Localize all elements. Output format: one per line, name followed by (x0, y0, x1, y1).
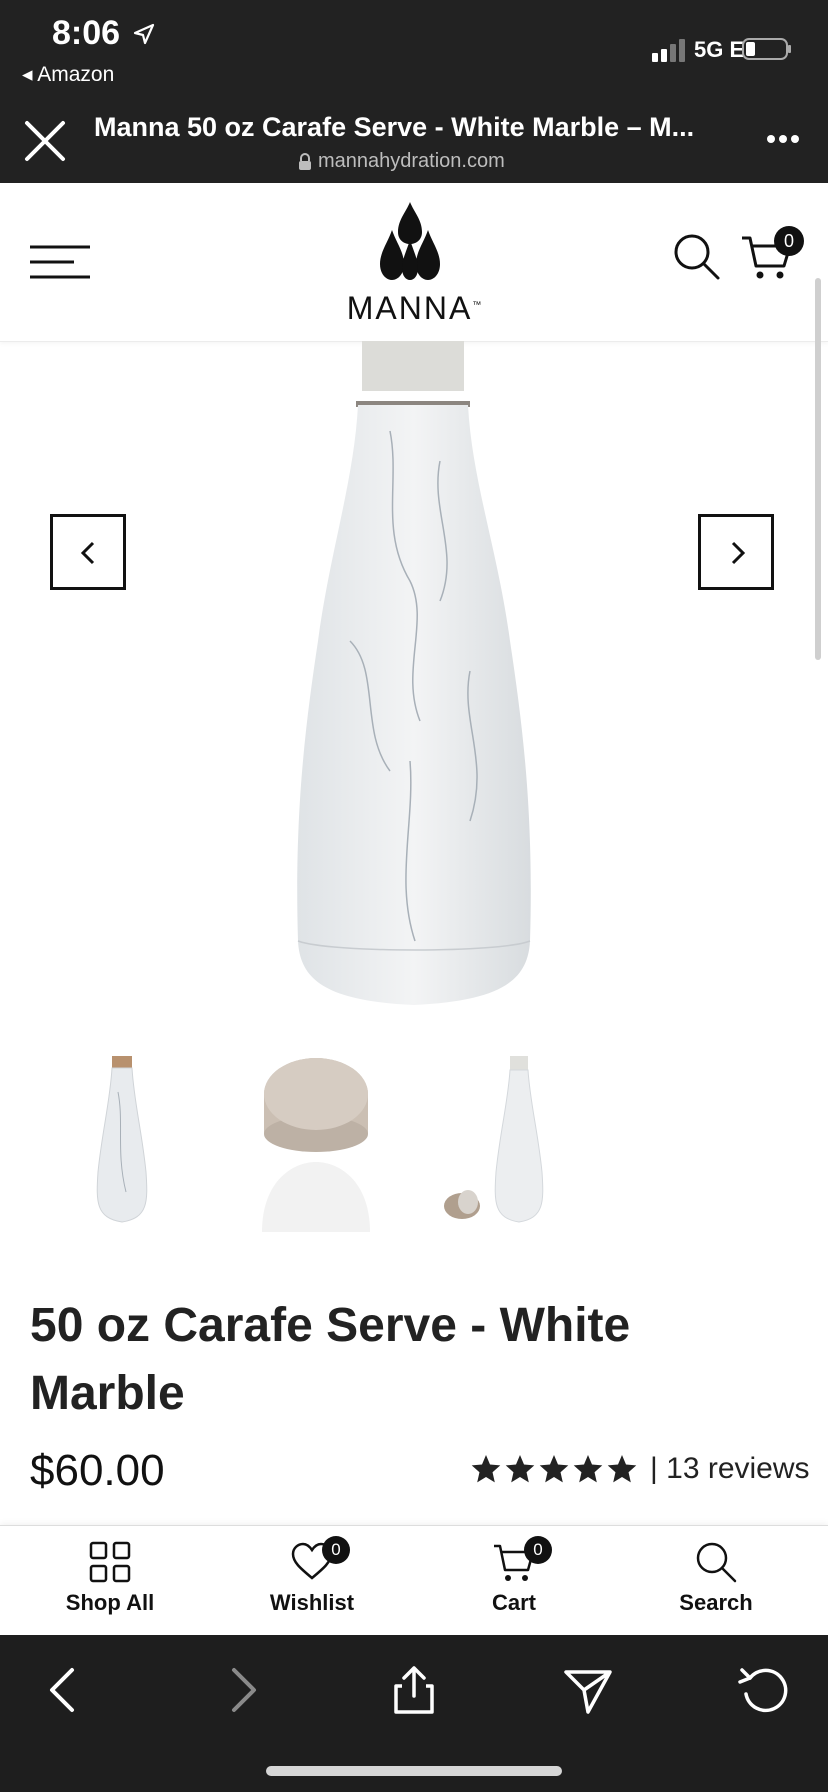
nav-label: Wishlist (269, 1590, 355, 1615)
back-icon[interactable] (36, 1664, 96, 1716)
network-type: 5G E (694, 37, 745, 62)
domain-text: mannahydration.com (318, 150, 505, 172)
product-rating[interactable]: | 13 reviews (470, 1452, 810, 1486)
chevron-right-icon (731, 541, 746, 565)
more-options-icon[interactable] (766, 134, 800, 144)
chevron-left-icon (80, 541, 95, 565)
scrollbar[interactable] (815, 278, 821, 660)
star-icon (471, 1455, 501, 1483)
brand-name: MANNA™ (342, 290, 488, 327)
nav-wishlist[interactable]: Wishlist (232, 1540, 392, 1616)
home-indicator[interactable] (266, 1766, 562, 1776)
star-icon (573, 1455, 603, 1483)
nav-shop-all[interactable]: Shop All (30, 1540, 190, 1616)
product-title: 50 oz Carafe Serve - White Marble (30, 1299, 631, 1420)
nav-search[interactable]: Search (636, 1540, 796, 1616)
location-arrow-icon (133, 23, 155, 45)
star-rating (470, 1453, 638, 1485)
nav-label: Cart (491, 1590, 536, 1615)
search-icon (696, 1542, 737, 1583)
grid-icon (89, 1541, 131, 1583)
browser-domain: mannahydration.com (298, 150, 505, 173)
star-icon (607, 1455, 637, 1483)
trademark: ™ (472, 299, 484, 310)
search-icon[interactable] (672, 232, 722, 282)
star-icon (539, 1455, 569, 1483)
product-price: $60.00 (30, 1446, 165, 1495)
cart-count-badge: 0 (774, 226, 804, 256)
next-image-button[interactable] (698, 514, 774, 590)
lock-icon (299, 152, 311, 170)
thumbnail-open[interactable] (432, 1052, 600, 1232)
back-to-app-link[interactable]: ◂ Amazon (22, 62, 114, 87)
previous-image-button[interactable] (50, 514, 126, 590)
send-icon[interactable] (558, 1664, 618, 1716)
product-image (297, 341, 531, 1005)
brand-text: MANNA (346, 290, 473, 326)
nav-label: Shop All (65, 1590, 155, 1615)
nav-cart[interactable]: Cart (434, 1540, 594, 1616)
reload-icon[interactable] (734, 1664, 794, 1716)
browser-page-title: Manna 50 oz Carafe Serve - White Marble … (94, 112, 695, 142)
thumbnail-front[interactable] (38, 1052, 206, 1232)
status-time: 8:06 (52, 14, 121, 52)
manna-logo-icon[interactable] (378, 200, 442, 282)
reviews-count[interactable]: | 13 reviews (650, 1452, 810, 1486)
battery-icon (742, 38, 791, 60)
nav-label: Search (679, 1590, 753, 1615)
thumbnail-lid[interactable] (232, 1052, 400, 1232)
close-icon[interactable] (24, 120, 66, 162)
menu-icon[interactable] (30, 244, 90, 280)
forward-icon (232, 1668, 256, 1712)
share-icon[interactable] (384, 1664, 444, 1716)
cart-count-badge: 0 (524, 1536, 552, 1564)
star-icon (505, 1455, 535, 1483)
wishlist-count-badge: 0 (322, 1536, 350, 1564)
cellular-signal-icon (652, 39, 685, 62)
